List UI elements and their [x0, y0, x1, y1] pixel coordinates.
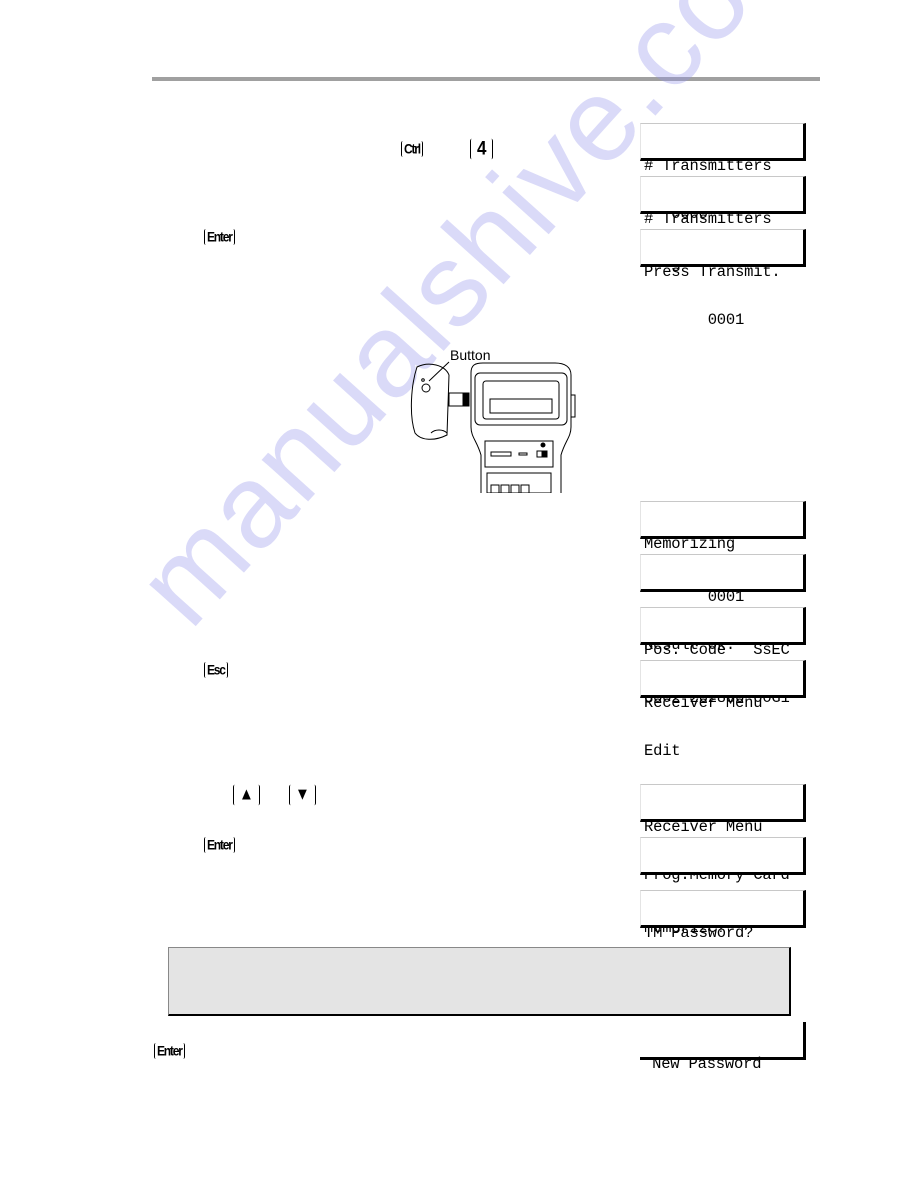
- lcd-display-memorize: Memorize?: [640, 837, 806, 936]
- lcd-display-new-password: New Password: [640, 1022, 806, 1072]
- transmitter-fob-outline: [410, 363, 450, 440]
- four-key-icon: 4: [470, 138, 494, 160]
- note-box: [168, 947, 791, 1016]
- lcd-display-receiver-menu-edit: Receiver Menu Edit: [640, 660, 806, 759]
- header-rule: [152, 77, 820, 81]
- lcd-line-1: New Password: [643, 1055, 762, 1073]
- lcd-display-receiver-menu-prog: Receiver Menu Prog.Memory Card: [640, 784, 806, 883]
- transmitter-receiver-figure: [410, 361, 576, 493]
- lcd-line-2: Edit: [644, 742, 681, 760]
- lcd-line-1: # Transmitters: [644, 157, 772, 175]
- transmitter-button-icon: [421, 383, 431, 393]
- lcd-line-1: TM Password?: [644, 924, 754, 942]
- lcd-display-tm-password: TM Password?: [640, 890, 806, 941]
- lcd-line-1: Press Transmit.: [644, 263, 781, 281]
- lcd-line-2: 0001: [644, 311, 745, 329]
- up-arrow-key-icon: ▲: [233, 784, 260, 806]
- receiver-screen: [489, 398, 553, 414]
- lcd-line-2: [643, 1104, 803, 1120]
- lcd-line-1: Memorizing: [644, 535, 736, 553]
- lcd-display-pos-code: Pos. Code SsEC 0002 262886 00G1: [640, 607, 806, 706]
- lcd-display-result-ok: 0001 Result Ok.: [640, 554, 806, 653]
- lcd-line-1: [644, 872, 803, 888]
- lcd-display-memorizing: Memorizing: [640, 501, 806, 552]
- down-arrow-key-icon: ▼: [289, 784, 316, 806]
- enter-key-icon: Enter: [204, 836, 235, 854]
- lcd-line-1: # Transmitters: [644, 210, 772, 228]
- esc-key-icon: Esc: [204, 661, 228, 679]
- lcd-line-1: Pos. Code SsEC: [644, 641, 790, 659]
- enter-key-icon: Enter: [204, 228, 235, 246]
- enter-key-icon: Enter: [154, 1042, 185, 1060]
- lcd-display-press-transmit: Press Transmit. 0001: [640, 229, 806, 328]
- ctrl-key-icon: Ctrl: [401, 140, 423, 158]
- lcd-display-transmitters-3: # Transmitters 3: [640, 176, 806, 275]
- lcd-display-transmitters-0000: # Transmitters 0000: [640, 123, 806, 222]
- lcd-line-1: Receiver Menu: [644, 694, 763, 712]
- lcd-line-1: 0001: [644, 588, 745, 606]
- callout-line: [428, 361, 450, 382]
- lcd-line-1: Receiver Menu: [644, 818, 763, 836]
